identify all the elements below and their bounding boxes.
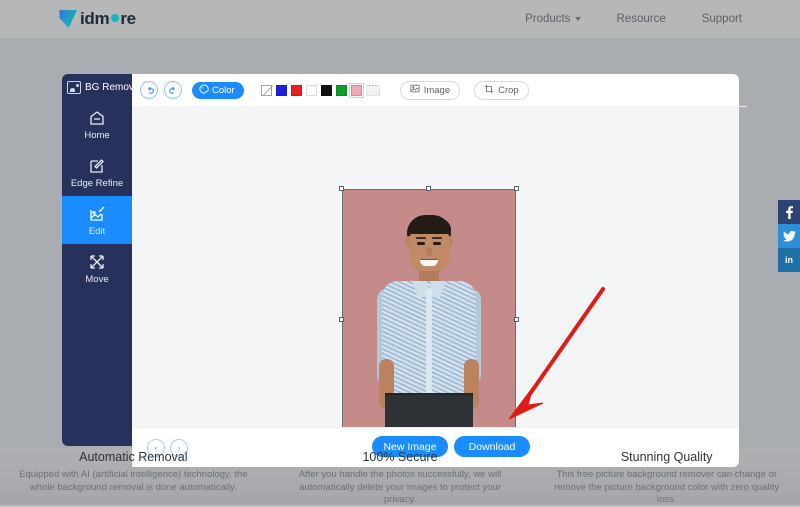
features-section: Automatic Removal Equipped with AI (arti… (0, 450, 800, 505)
nav-item-products[interactable]: Products (525, 13, 580, 25)
undo-button[interactable] (140, 81, 158, 99)
photo-fringe (408, 219, 451, 234)
photo-brow-right (432, 237, 442, 239)
sidebar-title: BG Remover (62, 74, 132, 100)
feature-title: Automatic Removal (18, 450, 249, 464)
feature-description: Equipped with AI (artificial intelligenc… (18, 469, 249, 494)
app-sidebar: BG Remover Home Edge Refine (62, 74, 132, 446)
sidebar-item-home-label: Home (84, 131, 109, 141)
facebook-icon[interactable] (778, 200, 800, 224)
subject-photo (342, 189, 516, 451)
feature-description: This free picture background remover can… (551, 469, 782, 507)
logo-dot-icon (111, 14, 119, 22)
move-icon (87, 252, 107, 272)
swatch-green[interactable] (336, 85, 347, 96)
resize-handle-top-center[interactable] (426, 186, 431, 191)
resize-handle-top-right[interactable] (514, 186, 519, 191)
palette-icon (199, 84, 209, 97)
crop-icon (484, 84, 494, 97)
redo-button[interactable] (164, 81, 182, 99)
logo-text-right: re (120, 8, 135, 30)
feature-title: 100% Secure (285, 450, 516, 464)
crop-button-label: Crop (498, 85, 519, 96)
edit-image-icon (87, 204, 107, 224)
sidebar-item-move[interactable]: Move (62, 244, 132, 292)
swatch-blue[interactable] (276, 85, 287, 96)
chevron-down-icon (575, 17, 581, 21)
edge-refine-icon (87, 156, 107, 176)
image-selection-frame[interactable] (342, 189, 516, 451)
swatch-red[interactable] (291, 85, 302, 96)
app-panel: Color Image (132, 74, 739, 446)
resize-handle-middle-right[interactable] (514, 317, 519, 322)
home-icon (87, 108, 107, 128)
top-navigation: idm re Products Resource Support (0, 0, 800, 38)
sidebar-item-edit-label: Edit (89, 227, 105, 237)
feature-automatic-removal: Automatic Removal Equipped with AI (arti… (0, 450, 267, 505)
site-logo[interactable]: idm re (58, 8, 136, 30)
bg-remover-app-window: BG Remover Home Edge Refine (62, 74, 739, 446)
photo-brow-left (416, 237, 426, 239)
resize-handle-top-left[interactable] (339, 186, 344, 191)
swatch-black[interactable] (321, 85, 332, 96)
color-mode-button[interactable]: Color (192, 82, 244, 99)
sidebar-item-move-label: Move (85, 275, 108, 285)
nav-item-support[interactable]: Support (702, 13, 742, 25)
sidebar-item-edge-refine[interactable]: Edge Refine (62, 148, 132, 196)
photo-nose (426, 248, 432, 256)
twitter-icon[interactable] (778, 224, 800, 248)
image-button[interactable]: Image (400, 81, 460, 100)
photo-eye-left (417, 242, 425, 245)
linkedin-icon[interactable]: in (778, 248, 800, 272)
nav-links: Products Resource Support (525, 0, 742, 38)
color-swatches (261, 85, 380, 96)
vidmore-logo-icon (58, 8, 79, 30)
sidebar-item-edge-refine-label: Edge Refine (71, 179, 123, 189)
color-mode-label: Color (212, 85, 235, 96)
resize-handle-middle-left[interactable] (339, 317, 344, 322)
swatch-pink[interactable] (351, 85, 362, 96)
swatch-white[interactable] (306, 85, 317, 96)
editor-canvas[interactable]: 38% (132, 106, 739, 459)
image-button-label: Image (424, 85, 450, 96)
sidebar-item-home[interactable]: Home (62, 100, 132, 148)
nav-item-resource[interactable]: Resource (617, 13, 666, 25)
sidebar-item-edit[interactable]: Edit (62, 196, 132, 244)
photo-shirt-placket (426, 289, 432, 405)
logo-text-left: idm (80, 8, 109, 30)
feature-description: After you handle the photos successfully… (285, 469, 516, 507)
feature-stunning-quality: Stunning Quality This free picture backg… (533, 450, 800, 505)
feature-title: Stunning Quality (551, 450, 782, 464)
crop-button[interactable]: Crop (474, 81, 529, 100)
swatch-transparent[interactable] (261, 85, 272, 96)
nav-item-resource-label: Resource (617, 13, 666, 25)
photo-eye-right (433, 242, 441, 245)
feature-secure: 100% Secure After you handle the photos … (267, 450, 534, 505)
picture-icon (410, 84, 420, 96)
social-share-rail: in (778, 200, 800, 272)
photo-mouth (420, 259, 438, 266)
sidebar-title-label: BG Remover (85, 82, 132, 93)
swatch-more-button[interactable] (366, 85, 380, 96)
bg-remover-icon (67, 81, 81, 94)
editor-toolbar: Color Image (132, 74, 747, 107)
nav-item-products-label: Products (525, 13, 570, 25)
nav-item-support-label: Support (702, 13, 742, 25)
